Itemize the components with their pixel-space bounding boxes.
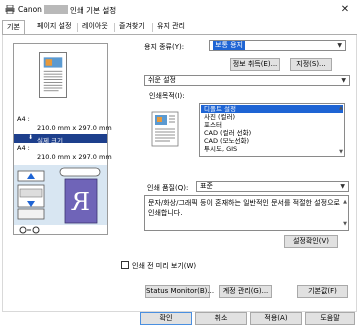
chevron-down-icon: ▼ — [341, 77, 346, 84]
tab-layout[interactable]: 레이아웃 — [78, 20, 112, 34]
tab-favorites[interactable]: 즐겨찾기 — [115, 20, 149, 34]
scroll-down-icon[interactable]: ▼ — [343, 219, 347, 229]
ok-button[interactable]: 확인 — [140, 312, 192, 325]
tab-basic[interactable]: 기본 — [2, 20, 25, 35]
defaults-button[interactable]: 기본값(F) — [297, 285, 348, 298]
print-preview-label: 인쇄 전 미리 보기(W) — [132, 262, 197, 270]
print-preview-checkbox[interactable] — [121, 261, 129, 269]
paper-size-dimensions: 210.0 mm x 297.0 mm — [37, 124, 112, 132]
help-button[interactable]: 도움말 — [305, 312, 355, 325]
apply-button[interactable]: 적용(A) — [250, 312, 302, 325]
paper-size-dimensions: 210.0 mm x 297.0 mm — [37, 153, 112, 161]
close-button[interactable]: ✕ — [334, 1, 356, 18]
printer-paper-source-illustration: R — [14, 165, 107, 225]
redacted-printer-name — [44, 5, 68, 14]
window-title: 인쇄 기본 설정 — [70, 6, 117, 15]
description-text: 문자/화상/그래픽 등이 혼재하는 일반적인 문서를 적절한 설정으로 인쇄합니… — [148, 199, 340, 217]
setup-mode-select[interactable]: 쉬운 설정 ▼ — [144, 75, 350, 86]
purpose-item-cad-mono-line[interactable]: CAD (모노선화) — [201, 137, 343, 145]
paper-type-value: 보통 용지 — [213, 41, 245, 50]
print-purpose-label: 인쇄목적(I): — [149, 92, 185, 100]
scroll-up-icon[interactable]: ▲ — [343, 197, 347, 207]
binding-icon — [19, 226, 40, 234]
paper-size-label: A4 : — [17, 115, 30, 123]
printer-app-icon — [5, 5, 15, 14]
status-monitor-button[interactable]: Status Monitor(B)... — [145, 285, 214, 298]
print-quality-label: 인쇄 품질(Q): — [147, 184, 189, 192]
print-quality-value: 표준 — [200, 182, 213, 190]
cancel-button[interactable]: 취소 — [195, 312, 247, 325]
actual-size-label: 실제 크기 — [37, 137, 63, 145]
print-quality-select[interactable]: 표준 ▼ — [196, 181, 349, 192]
paper-size-label: A4 : — [17, 144, 30, 152]
scroll-up-icon[interactable]: ▲ — [339, 105, 343, 111]
tab-maintenance[interactable]: 유지 관리 — [153, 20, 189, 34]
output-arrow-icon: ⬇ — [28, 134, 34, 141]
document-preview-icon — [39, 52, 67, 98]
purpose-item-perspective-gis[interactable]: 투시도, GIS — [201, 145, 343, 153]
print-purpose-preview-icon — [151, 111, 179, 147]
purpose-item-default[interactable]: 디폴트 설정 — [201, 105, 343, 113]
purpose-item-cad-color-line[interactable]: CAD (컬러 선화) — [201, 129, 343, 137]
description-box: 문자/화상/그래픽 등이 혼재하는 일반적인 문서를 적절한 설정으로 인쇄합니… — [144, 195, 349, 231]
setup-mode-value: 쉬운 설정 — [148, 76, 176, 84]
account-manage-button[interactable]: 계정 관리(G)... — [219, 285, 272, 298]
chevron-down-icon: ▼ — [340, 183, 345, 190]
get-info-button[interactable]: 정보 취득(E)... — [230, 58, 280, 71]
window-title-brand: Canon — [18, 5, 42, 14]
paper-type-label: 용지 종류(Y): — [144, 43, 185, 51]
tab-page-setup[interactable]: 페이지 설정 — [33, 20, 75, 34]
paper-type-select[interactable]: 보통 용지 ▼ — [209, 40, 346, 51]
purpose-item-poster[interactable]: 포스터 — [201, 121, 343, 129]
tab-underline — [2, 34, 357, 35]
settings-confirm-button[interactable]: 설정확인(V) — [284, 235, 338, 248]
scroll-down-icon[interactable]: ▼ — [339, 149, 343, 155]
actual-size-row[interactable]: ⬇ 실제 크기 — [14, 134, 107, 145]
chevron-down-icon: ▼ — [337, 42, 342, 49]
purpose-item-photo-color[interactable]: 사진 (컬러) — [201, 113, 343, 121]
print-purpose-list[interactable]: 디폴트 설정 사진 (컬러) 포스터 CAD (컬러 선화) CAD (모노선화… — [199, 103, 345, 157]
specify-button[interactable]: 지정(S)... — [290, 58, 332, 71]
svg-text:R: R — [71, 188, 90, 216]
